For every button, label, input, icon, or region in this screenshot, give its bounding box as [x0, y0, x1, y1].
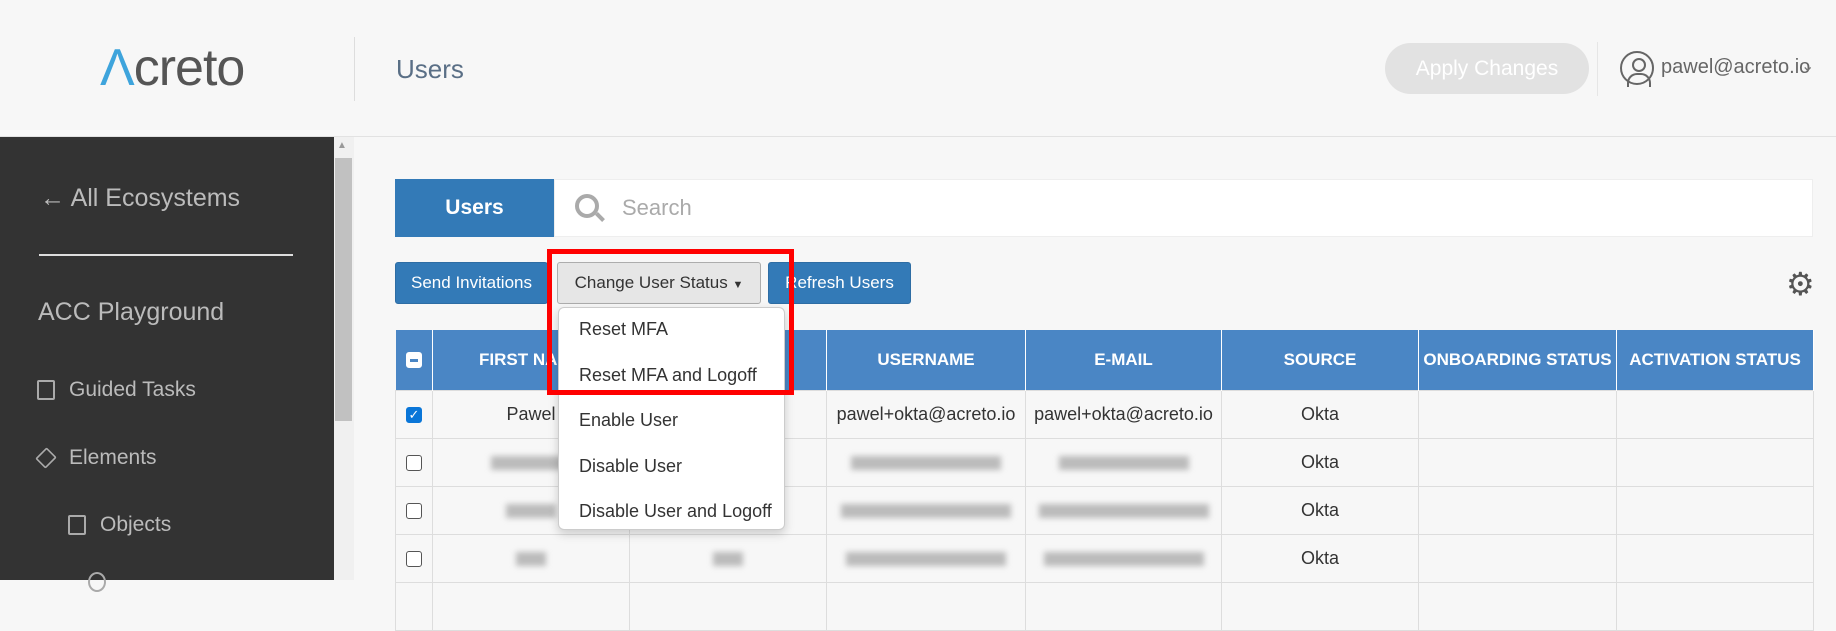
sidebar-item-partial[interactable] — [88, 572, 106, 592]
user-avatar-icon[interactable] — [1620, 51, 1654, 87]
send-invitations-button[interactable]: Send Invitations — [395, 262, 548, 304]
sidebar-divider — [39, 254, 293, 256]
col-username[interactable]: USERNAME — [826, 330, 1026, 390]
gear-icon[interactable]: ⚙ — [1786, 268, 1815, 300]
search-icon — [575, 194, 599, 218]
sidebar-item-label: Guided Tasks — [69, 378, 196, 401]
chevron-down-icon[interactable]: ⌄ — [1801, 56, 1814, 76]
onboarding-cell — [1418, 437, 1617, 487]
onboarding-cell — [1418, 389, 1617, 439]
col-activation-status[interactable]: ACTIVATION STATUS — [1616, 330, 1814, 390]
highlight-box — [547, 249, 794, 395]
source-cell: Okta — [1221, 485, 1419, 535]
last-name-cell — [629, 533, 827, 583]
document-icon — [37, 380, 55, 400]
username-cell: pawel+okta@acreto.io — [826, 389, 1026, 439]
tab-users[interactable]: Users — [395, 179, 554, 237]
row-checkbox[interactable] — [406, 502, 422, 519]
layers-icon — [35, 447, 57, 469]
sidebar-item-label: Objects — [100, 513, 172, 536]
first-name-cell — [432, 533, 630, 583]
onboarding-cell — [1418, 485, 1617, 535]
email-cell — [1025, 437, 1222, 487]
scroll-up-arrow-icon[interactable]: ▲ — [337, 140, 347, 151]
email-cell — [1025, 485, 1222, 535]
menu-item-enable-user[interactable]: Enable User — [579, 410, 678, 431]
menu-item-disable-user-logoff[interactable]: Disable User and Logoff — [579, 501, 772, 522]
acreto-logo[interactable]: Λcreto — [100, 38, 245, 98]
email-cell — [1025, 533, 1222, 583]
source-cell: Okta — [1221, 533, 1419, 583]
source-cell: Okta — [1221, 389, 1419, 439]
arrow-left-icon: ← — [40, 184, 65, 212]
row-checkbox[interactable] — [406, 454, 422, 471]
username-cell — [826, 533, 1026, 583]
user-menu[interactable]: pawel@acreto.io — [1661, 56, 1810, 79]
ecosystem-name: ACC Playground — [38, 298, 225, 326]
page-title: Users — [396, 54, 464, 84]
username-cell — [826, 485, 1026, 535]
divider — [1597, 42, 1598, 96]
row-checkbox[interactable]: ✓ — [406, 406, 422, 423]
divider — [354, 37, 355, 101]
activation-cell — [1616, 533, 1814, 583]
email-cell: pawel+okta@acreto.io — [1025, 389, 1222, 439]
menu-item-disable-user[interactable]: Disable User — [579, 456, 682, 477]
scrollbar-thumb[interactable] — [335, 158, 352, 421]
sidebar-item-elements[interactable]: Elements — [35, 446, 157, 470]
activation-cell — [1616, 485, 1814, 535]
table-row[interactable] — [395, 581, 1814, 631]
col-email[interactable]: E-MAIL — [1025, 330, 1222, 390]
sidebar-item-guided-tasks[interactable]: Guided Tasks — [37, 378, 196, 402]
sidebar-item-label: Elements — [69, 446, 157, 469]
activation-cell — [1616, 389, 1814, 439]
onboarding-cell — [1418, 533, 1617, 583]
all-ecosystems-link[interactable]: ← All Ecosystems — [40, 184, 240, 213]
add-box-icon — [68, 515, 86, 535]
col-source[interactable]: SOURCE — [1221, 330, 1419, 390]
table-row[interactable]: Okta — [395, 533, 1814, 583]
row-checkbox[interactable] — [406, 550, 422, 567]
activation-cell — [1616, 437, 1814, 487]
username-cell — [826, 437, 1026, 487]
all-ecosystems-label: All Ecosystems — [70, 184, 241, 212]
search-input[interactable] — [622, 190, 1722, 226]
circle-icon — [88, 572, 106, 592]
col-onboarding-status[interactable]: ONBOARDING STATUS — [1418, 330, 1617, 390]
apply-changes-button[interactable]: Apply Changes — [1385, 43, 1589, 94]
select-all-checkbox[interactable] — [395, 330, 433, 390]
source-cell: Okta — [1221, 437, 1419, 487]
sidebar-item-objects[interactable]: Objects — [68, 513, 171, 537]
